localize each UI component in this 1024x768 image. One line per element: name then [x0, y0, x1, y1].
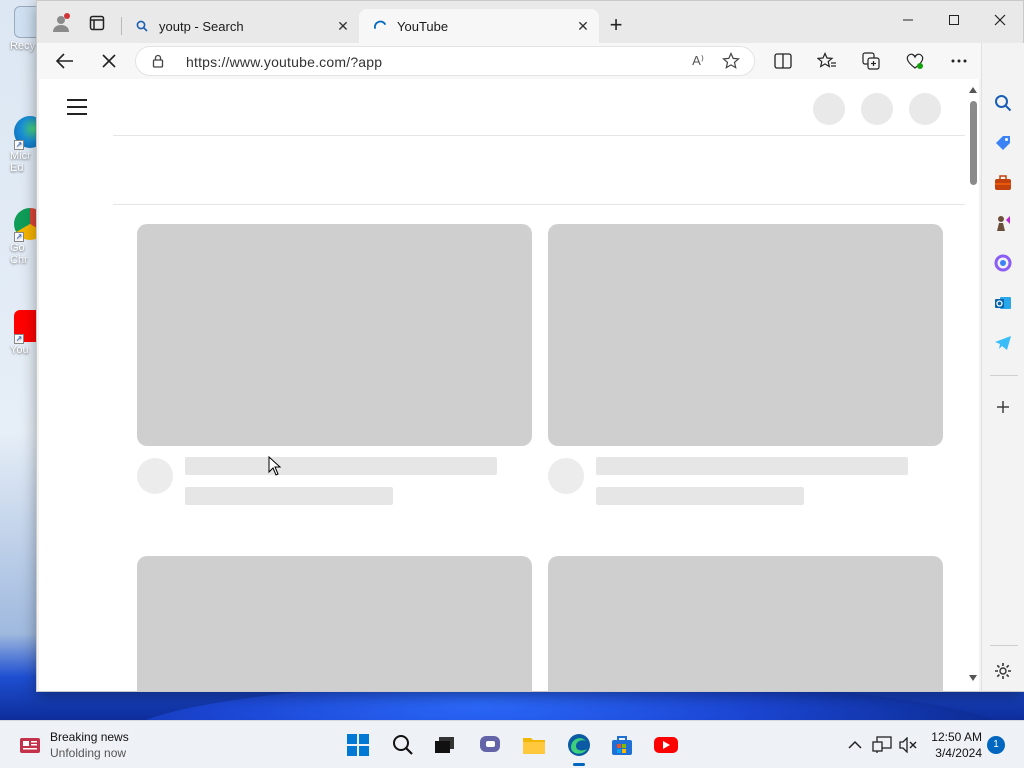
- news-title: Breaking news: [50, 730, 129, 744]
- video-thumbnail-placeholder[interactable]: [548, 556, 943, 691]
- shopping-icon[interactable]: [991, 131, 1015, 155]
- search-icon[interactable]: [389, 731, 417, 759]
- chips-divider: [113, 204, 965, 205]
- video-thumbnail-placeholder[interactable]: [137, 556, 532, 691]
- tab-title: youtp - Search: [159, 18, 244, 34]
- menu-icon[interactable]: [67, 99, 87, 115]
- news-subtitle: Unfolding now: [50, 746, 127, 760]
- add-icon[interactable]: [991, 395, 1015, 419]
- tab-bar: youtp - Search ✕ YouTube ✕ +: [37, 1, 1023, 43]
- edge-sidebar: [981, 43, 1024, 691]
- sidebar-separator: [990, 645, 1018, 646]
- more-icon[interactable]: [945, 47, 973, 75]
- stop-loading-button[interactable]: [95, 47, 123, 75]
- collections-icon[interactable]: [857, 47, 885, 75]
- tab-title: YouTube: [397, 18, 449, 34]
- channel-avatar-placeholder: [137, 458, 173, 494]
- start-icon[interactable]: [344, 731, 372, 759]
- page-scrollbar[interactable]: [967, 79, 979, 691]
- edge-icon[interactable]: [565, 731, 593, 759]
- chevron-up-icon[interactable]: [845, 735, 865, 755]
- header-placeholder-circle: [909, 93, 941, 125]
- lock-icon[interactable]: [152, 54, 164, 73]
- header-placeholder-circle: [813, 93, 845, 125]
- search-icon: [135, 19, 149, 33]
- clock-date: 3/4/2024: [935, 746, 982, 760]
- task-view-icon[interactable]: [431, 731, 459, 759]
- browser-essentials-icon[interactable]: [901, 47, 929, 75]
- office-icon[interactable]: [991, 251, 1015, 275]
- title-placeholder: [185, 457, 497, 475]
- chat-icon[interactable]: [476, 731, 504, 759]
- profile-icon[interactable]: [47, 9, 75, 37]
- youtube-icon[interactable]: [652, 731, 680, 759]
- close-tab-icon[interactable]: ✕: [335, 18, 351, 34]
- mouse-cursor-icon: [268, 455, 282, 481]
- clock-time: 12:50 AM: [931, 730, 982, 744]
- new-tab-button[interactable]: +: [603, 13, 629, 39]
- loading-spinner-icon: [373, 19, 387, 33]
- navigation-toolbar: https://www.youtube.com/?app A⁾: [37, 43, 1023, 79]
- tab-actions-icon[interactable]: [83, 9, 111, 37]
- volume-muted-icon[interactable]: [898, 735, 918, 755]
- games-icon[interactable]: [991, 211, 1015, 235]
- header-placeholder-circle: [861, 93, 893, 125]
- settings-icon[interactable]: [991, 659, 1015, 683]
- notification-badge[interactable]: 1: [987, 736, 1005, 754]
- network-icon[interactable]: [872, 735, 892, 755]
- news-icon: [18, 733, 42, 757]
- meta-placeholder: [185, 487, 393, 505]
- taskbar: Breaking news Unfolding now 12:50 AM 3/4…: [0, 720, 1024, 768]
- browser-window: youtp - Search ✕ YouTube ✕ + https://www…: [36, 0, 1024, 692]
- search-icon[interactable]: [991, 91, 1015, 115]
- store-icon[interactable]: [608, 731, 636, 759]
- page-viewport: [39, 79, 967, 691]
- tab-search[interactable]: youtp - Search ✕: [121, 9, 359, 43]
- split-screen-icon[interactable]: [769, 47, 797, 75]
- news-widget[interactable]: Breaking news Unfolding now: [18, 729, 129, 761]
- tab-youtube[interactable]: YouTube ✕: [359, 9, 599, 43]
- meta-placeholder: [596, 487, 804, 505]
- close-tab-icon[interactable]: ✕: [575, 18, 591, 34]
- add-favorite-icon[interactable]: [722, 52, 740, 75]
- close-window-button[interactable]: [977, 5, 1023, 35]
- scroll-down-arrow[interactable]: [969, 675, 977, 681]
- clock[interactable]: 12:50 AM 3/4/2024: [928, 729, 982, 761]
- telegram-icon[interactable]: [991, 331, 1015, 355]
- maximize-button[interactable]: [931, 5, 977, 35]
- sidebar-separator: [990, 375, 1018, 376]
- tools-icon[interactable]: [991, 171, 1015, 195]
- header-divider: [113, 135, 965, 136]
- active-app-indicator: [573, 763, 585, 766]
- back-button[interactable]: [51, 47, 79, 75]
- read-aloud-icon[interactable]: A⁾: [692, 53, 704, 69]
- file-explorer-icon[interactable]: [520, 731, 548, 759]
- scroll-up-arrow[interactable]: [969, 87, 977, 93]
- favorites-icon[interactable]: [813, 47, 841, 75]
- video-thumbnail-placeholder[interactable]: [137, 224, 532, 446]
- url-text[interactable]: https://www.youtube.com/?app: [186, 54, 382, 70]
- video-thumbnail-placeholder[interactable]: [548, 224, 943, 446]
- title-placeholder: [596, 457, 908, 475]
- address-bar[interactable]: https://www.youtube.com/?app A⁾: [135, 46, 755, 76]
- scrollbar-thumb[interactable]: [970, 101, 977, 185]
- minimize-button[interactable]: [885, 5, 931, 35]
- outlook-icon[interactable]: [991, 291, 1015, 315]
- channel-avatar-placeholder: [548, 458, 584, 494]
